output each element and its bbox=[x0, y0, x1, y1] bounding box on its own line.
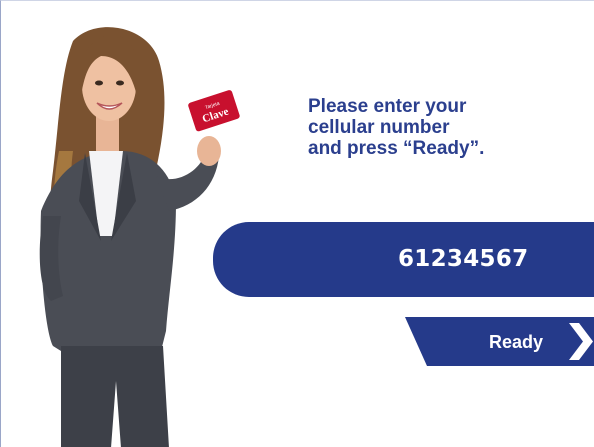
woman-with-card-illustration: Tarjeta Clave bbox=[39, 27, 240, 447]
ready-button[interactable]: Ready bbox=[405, 317, 594, 366]
chevron-right-icon bbox=[569, 323, 593, 360]
instruction-text: Please enter your cellular number and pr… bbox=[308, 96, 568, 159]
instruction-line-3: and press “Ready”. bbox=[308, 138, 485, 159]
atm-screen: Tarjeta Clave Please enter your cellular… bbox=[0, 0, 594, 447]
cellular-number-value: 61234567 bbox=[398, 246, 529, 272]
instruction-line-1: Please enter your bbox=[308, 96, 467, 117]
instruction-line-2: cellular number bbox=[308, 117, 450, 138]
ready-button-label: Ready bbox=[489, 332, 544, 352]
cellular-number-field[interactable]: 61234567 bbox=[213, 222, 594, 297]
